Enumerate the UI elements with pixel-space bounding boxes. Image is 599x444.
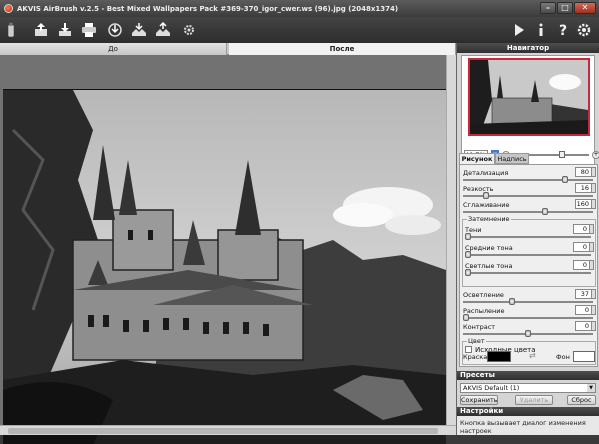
toolbar: ? [0,17,599,43]
import-presets-icon[interactable] [130,21,148,39]
paint-label: Краска [463,353,488,361]
help-icon[interactable]: ? [554,21,572,39]
lightening-slider-knob[interactable] [509,298,515,305]
info-icon[interactable] [532,21,550,39]
smoothing-slider-knob[interactable] [542,208,548,215]
sharpness-input[interactable]: 16 [575,183,592,193]
midtones-slider[interactable] [465,251,591,258]
contrast-label: Контраст [463,323,496,331]
contrast-slider-knob[interactable] [525,330,531,337]
swap-colors-icon[interactable]: ⇄ [529,351,536,360]
sharpness-spinner[interactable] [592,183,596,193]
tab-before[interactable]: До [0,43,227,55]
preset-select[interactable]: AKVIS Default (1) ▼ [460,383,596,393]
tab-caption[interactable]: Надпись [495,153,529,164]
preset-dropdown-icon[interactable]: ▼ [587,384,595,392]
highlights-slider[interactable] [465,269,591,276]
tab-after[interactable]: После [229,43,456,55]
shading-group-label: Затемнение [467,215,511,223]
sharpness-slider-knob[interactable] [483,192,489,199]
contrast-spinner[interactable] [592,321,596,331]
midtones-label: Средние тона [465,244,513,252]
lightening-input[interactable]: 37 [575,289,592,299]
preset-selected: AKVIS Default (1) [463,384,520,392]
lightening-label: Осветление [463,291,504,299]
spray-input[interactable]: 0 [575,305,592,315]
save-icon[interactable] [56,21,74,39]
highlights-spinner[interactable] [590,260,594,270]
share-icon[interactable] [106,21,124,39]
lightening-slider[interactable] [463,298,593,305]
contrast-slider[interactable] [463,330,593,337]
sharpness-label: Резкость [463,185,494,193]
highlights-slider-knob[interactable] [465,269,471,276]
highlights-input[interactable]: 0 [573,260,590,270]
settings-hint: Настройки Кнопка вызывает диалог изменен… [457,407,599,435]
paint-color-swatch[interactable] [487,351,511,362]
midtones-slider-knob[interactable] [465,251,471,258]
shadows-slider[interactable] [465,233,591,240]
smoothing-input[interactable]: 160 [575,199,592,209]
color-row: Краска ⇄ Фон [461,350,596,364]
color-group-label: Цвет [467,337,486,345]
title-bar: AKVIS AirBrush v.2.5 - Best Mixed Wallpa… [0,0,599,17]
preferences-icon[interactable] [180,21,198,39]
app-icon [4,4,13,13]
smoothing-spinner[interactable] [592,199,596,209]
detail-spinner[interactable] [592,167,596,177]
brush-tube-icon [6,21,16,39]
detail-label: Детализация [463,169,509,177]
smoothing-label: Сглаживание [463,201,510,209]
spray-slider-knob[interactable] [463,314,469,321]
svg-text:?: ? [559,23,567,38]
sharpness-slider[interactable] [463,192,593,199]
detail-input[interactable]: 80 [575,167,592,177]
close-button[interactable]: ✕ [574,2,596,14]
spray-slider[interactable] [463,314,593,321]
navigator-thumbnail[interactable] [468,58,590,136]
minimize-button[interactable]: – [540,2,556,14]
highlights-label: Светлые тона [465,262,513,270]
presets-header: Пресеты [457,371,599,380]
reset-preset-button[interactable]: Сброс [567,395,596,405]
lightening-spinner[interactable] [592,289,596,299]
print-icon[interactable] [80,21,98,39]
open-icon[interactable] [32,21,50,39]
background-color-swatch[interactable] [573,351,595,362]
shading-group: Затемнение Тени 0 Средние тона 0 Светлые… [462,215,596,287]
save-preset-button[interactable]: Сохранить [460,395,498,405]
processed-image [3,89,446,444]
shadows-input[interactable]: 0 [573,224,590,234]
maximize-button[interactable]: □ [557,2,573,14]
settings-header: Настройки [457,407,599,416]
param-tabs: Рисунок Надпись [459,153,598,164]
vertical-scrollbar[interactable] [446,55,456,425]
shadows-slider-knob[interactable] [465,233,471,240]
navigator-header: Навигатор [457,43,599,53]
smoothing-slider[interactable] [463,208,593,215]
contrast-input[interactable]: 0 [575,321,592,331]
settings-gear-icon[interactable] [575,21,593,39]
delete-preset-button[interactable]: Удалить [515,395,553,405]
spray-spinner[interactable] [592,305,596,315]
shadows-spinner[interactable] [590,224,594,234]
detail-slider[interactable] [463,176,593,183]
image-canvas[interactable] [0,55,456,444]
horizontal-scroll-thumb[interactable] [8,428,438,434]
tab-drawing[interactable]: Рисунок [459,153,495,164]
settings-text: Кнопка вызывает диалог изменения настрое… [457,416,599,435]
window-title: AKVIS AirBrush v.2.5 - Best Mixed Wallpa… [17,4,399,13]
horizontal-scrollbar[interactable] [0,425,456,435]
settings-panel: Навигатор 40.7% ▼ – + Рисунок Надпись [456,43,599,435]
presets-section: Пресеты AKVIS Default (1) ▼ Сохранить Уд… [457,371,599,407]
export-presets-icon[interactable] [154,21,172,39]
detail-slider-knob[interactable] [562,176,568,183]
background-label: Фон [556,353,570,361]
spray-label: Распыление [463,307,505,315]
view-tabs: До После [0,43,456,55]
parameters-panel: Детализация 80 Резкость 16 Сглаживание 1… [459,164,598,367]
run-icon[interactable] [510,21,528,39]
midtones-input[interactable]: 0 [573,242,590,252]
midtones-spinner[interactable] [590,242,594,252]
